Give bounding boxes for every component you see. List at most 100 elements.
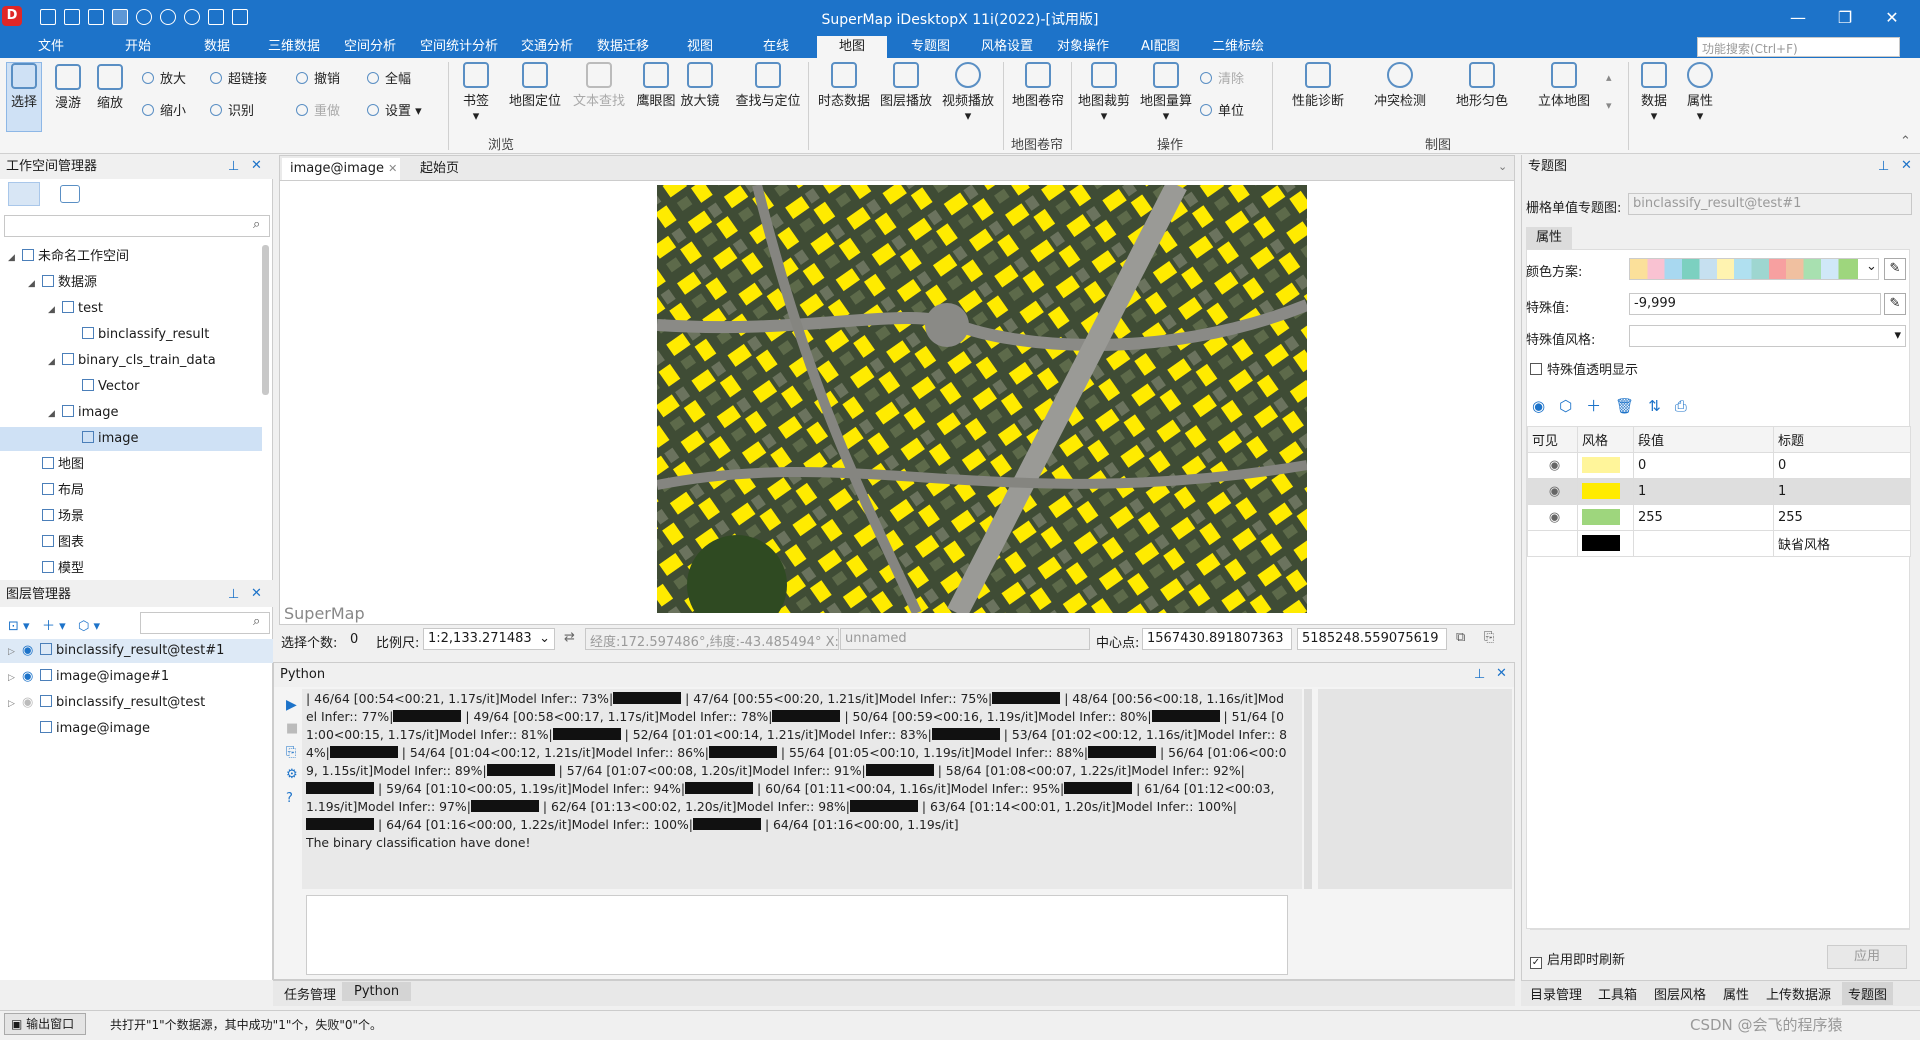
close-panel-icon[interactable]: ✕ bbox=[251, 158, 262, 173]
tree-node[interactable]: Vector bbox=[0, 375, 262, 399]
output-window-button[interactable]: ▣ 输出窗口 bbox=[4, 1013, 86, 1035]
center-y-input[interactable]: 5185248.559075619 bbox=[1297, 628, 1447, 650]
layer-item[interactable]: ▷ ◉ image@image#1 bbox=[0, 665, 273, 689]
edit-special-value-button[interactable]: ✎ bbox=[1884, 293, 1906, 315]
tab-spatial-analysis[interactable]: 空间分析 bbox=[338, 36, 402, 58]
pin-icon[interactable]: ⊥ bbox=[1474, 667, 1485, 682]
center-x-input[interactable]: 1567430.891807363 bbox=[1142, 628, 1292, 650]
expand-arrow-icon[interactable]: ◢ bbox=[8, 246, 22, 270]
pin-icon[interactable]: ⊥ bbox=[228, 587, 239, 602]
pin-icon[interactable]: ⊥ bbox=[228, 159, 239, 174]
theme-item-toolbar[interactable]: ◉⬡＋🗑⇅⎙ bbox=[1532, 395, 1701, 416]
layer-item[interactable]: ▷ ◉ binclassify_result@test bbox=[0, 691, 273, 715]
scale-select[interactable]: 1:2,133.271483 ⌄ bbox=[423, 628, 555, 650]
expand-arrow-icon[interactable]: ▷ bbox=[8, 640, 22, 664]
data-button[interactable]: 数据 ▾ bbox=[1634, 62, 1674, 124]
map-roller-button[interactable]: 地图卷帘 bbox=[1008, 62, 1068, 109]
tree-node[interactable]: 场景 bbox=[0, 505, 262, 529]
tree-node[interactable]: 布局 bbox=[0, 479, 262, 503]
expand-arrow-icon[interactable]: ◢ bbox=[48, 350, 62, 374]
undo-button[interactable]: 撤销 bbox=[296, 68, 340, 87]
tab-object-ops[interactable]: 对象操作 bbox=[1051, 36, 1115, 58]
tab-view[interactable]: 视图 bbox=[681, 36, 719, 58]
apply-button[interactable]: 应用 bbox=[1827, 945, 1907, 969]
tab-migration[interactable]: 数据迁移 bbox=[591, 36, 655, 58]
theme-item-row[interactable]: ◉ 1 1 bbox=[1527, 478, 1911, 505]
map-clip-button[interactable]: 地图裁剪 ▾ bbox=[1074, 62, 1134, 124]
tree-node[interactable]: ◢ test bbox=[0, 297, 262, 321]
magnifier-button[interactable]: 放大镜 bbox=[678, 62, 722, 109]
full-extent-button[interactable]: 全幅 bbox=[367, 68, 411, 87]
bookmark-button[interactable]: 书签 ▾ bbox=[456, 62, 496, 124]
theme-item-row[interactable]: 缺省风格 bbox=[1527, 530, 1911, 557]
expand-arrow-icon[interactable]: ◢ bbox=[48, 298, 62, 322]
visible-eye-icon[interactable]: ◉ bbox=[1527, 504, 1578, 531]
tree-node[interactable]: binclassify_result bbox=[0, 323, 262, 347]
tab-toolbox[interactable]: 工具箱 bbox=[1598, 984, 1637, 1003]
tab-3d-data[interactable]: 三维数据 bbox=[262, 36, 326, 58]
tree-node[interactable]: ◢ binary_cls_train_data bbox=[0, 349, 262, 373]
settings-button[interactable]: 设置 ▾ bbox=[367, 100, 422, 119]
zoom-out-button[interactable]: 缩小 bbox=[142, 100, 186, 119]
script-icon[interactable]: ⎘ bbox=[286, 745, 296, 760]
pin-icon[interactable]: ⊥ bbox=[1878, 159, 1889, 174]
terrain-color-button[interactable]: 地形匀色 bbox=[1444, 62, 1520, 109]
select-button[interactable]: 选择 bbox=[6, 62, 42, 132]
tab-thematic[interactable]: 专题图 bbox=[905, 36, 956, 58]
tab-properties-bottom[interactable]: 属性 bbox=[1723, 984, 1749, 1003]
tab-task-manager[interactable]: 任务管理 bbox=[284, 984, 336, 1003]
stop-icon[interactable]: ■ bbox=[286, 721, 298, 736]
hyperlink-button[interactable]: 超链接 bbox=[210, 68, 267, 87]
expand-arrow-icon[interactable]: ▷ bbox=[8, 666, 22, 690]
unit-button[interactable]: 单位 bbox=[1200, 100, 1244, 119]
gallery-scroll[interactable]: ▴ ▾ bbox=[1606, 64, 1612, 120]
zoom-button[interactable]: 缩放 bbox=[92, 64, 128, 111]
map-locate-button[interactable]: 地图定位 bbox=[504, 62, 566, 109]
properties-button[interactable]: 属性 ▾ bbox=[1680, 62, 1720, 124]
find-locate-button[interactable]: 查找与定位 bbox=[732, 62, 804, 109]
tab-python[interactable]: Python bbox=[342, 982, 412, 1001]
style-swatch-cell[interactable] bbox=[1577, 530, 1634, 557]
tree-node[interactable]: ◢ 未命名工作空间 bbox=[0, 245, 262, 269]
text-find-button[interactable]: 文本查找 bbox=[568, 62, 630, 109]
edit-color-scheme-button[interactable]: ✎ bbox=[1884, 258, 1906, 280]
tab-map[interactable]: 地图 bbox=[817, 36, 887, 58]
zoom-in-button[interactable]: 放大 bbox=[142, 68, 186, 87]
visibility-eye-icon[interactable]: ◉ bbox=[22, 665, 40, 689]
tab-file[interactable]: 文件 bbox=[32, 36, 70, 58]
pan-button[interactable]: 漫游 bbox=[50, 64, 86, 111]
special-style-select[interactable]: ▾ bbox=[1629, 325, 1906, 347]
workspace-tab-datasets[interactable] bbox=[8, 182, 40, 206]
special-transparent-checkbox[interactable]: 特殊值透明显示 bbox=[1530, 359, 1638, 378]
scrollbar[interactable] bbox=[262, 245, 269, 395]
tab-list-icon[interactable]: ⌄ bbox=[1498, 160, 1507, 173]
layer-item[interactable]: ▷ ◉ binclassify_result@test#1 bbox=[0, 639, 273, 663]
layer-item[interactable]: image@image bbox=[0, 717, 273, 741]
minimize-button[interactable]: — bbox=[1788, 8, 1808, 27]
style-swatch-cell[interactable] bbox=[1577, 478, 1634, 505]
conflict-detect-button[interactable]: 冲突检测 bbox=[1362, 62, 1438, 109]
identify-button[interactable]: 识别 bbox=[210, 100, 254, 119]
tab-layer-style[interactable]: 图层风格 bbox=[1654, 984, 1706, 1003]
workspace-search-input[interactable] bbox=[4, 215, 270, 237]
tree-node[interactable]: 模型 bbox=[0, 557, 262, 577]
tab-image-map[interactable]: image@image ✕ bbox=[282, 158, 400, 180]
chevron-down-icon[interactable]: ⌄ bbox=[1866, 259, 1877, 274]
tab-plotting[interactable]: 二维标绘 bbox=[1206, 36, 1270, 58]
tree-node[interactable]: ◢ image bbox=[0, 401, 262, 425]
tab-style[interactable]: 风格设置 bbox=[975, 36, 1039, 58]
map-measure-button[interactable]: 地图量算 ▾ bbox=[1136, 62, 1196, 124]
tab-upload-datasource[interactable]: 上传数据源 bbox=[1766, 984, 1831, 1003]
scrollbar[interactable] bbox=[1304, 689, 1312, 889]
color-scheme-select[interactable] bbox=[1629, 258, 1879, 280]
close-panel-icon[interactable]: ✕ bbox=[251, 586, 262, 601]
realtime-refresh-checkbox[interactable]: ✓ 启用即时刷新 bbox=[1530, 949, 1625, 969]
visibility-eye-icon[interactable]: ◉ bbox=[22, 639, 40, 663]
settings-icon[interactable]: ⚙ bbox=[286, 767, 298, 782]
tab-properties[interactable]: 属性 bbox=[1526, 227, 1572, 249]
layer-play-button[interactable]: 图层播放 bbox=[876, 62, 936, 109]
expand-arrow-icon[interactable]: ▷ bbox=[8, 692, 22, 716]
tree-node[interactable]: 图表 bbox=[0, 531, 262, 555]
eagle-eye-button[interactable]: 鹰眼图 bbox=[630, 62, 682, 109]
temporal-data-button[interactable]: 时态数据 bbox=[814, 62, 874, 109]
